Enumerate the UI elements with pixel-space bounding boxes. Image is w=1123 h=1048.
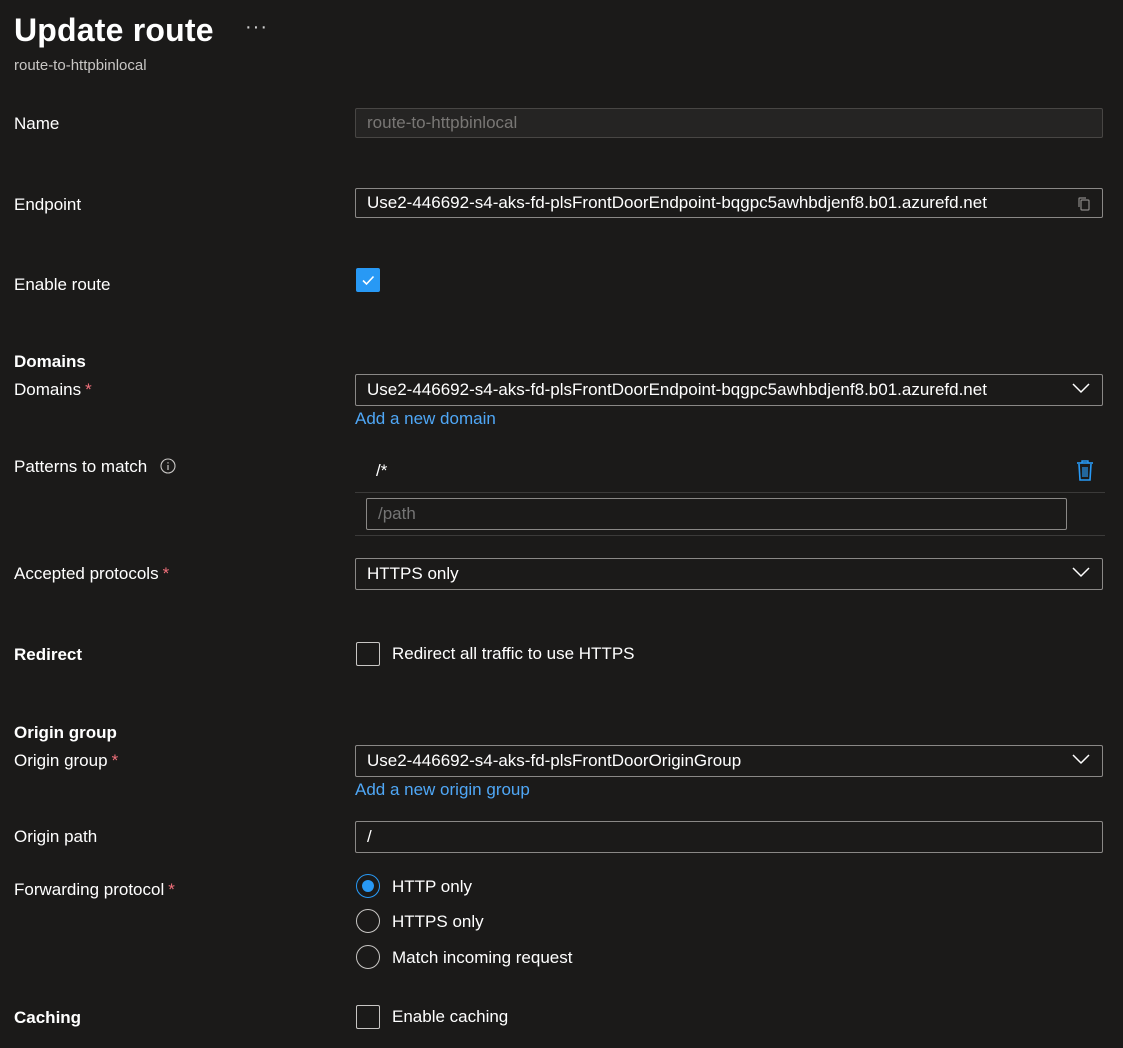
enable-caching-checkbox[interactable] [356,1005,380,1029]
forwarding-protocol-label-text: Forwarding protocol [14,880,165,899]
chevron-down-icon [1072,567,1090,578]
origin-group-label-text: Origin group [14,751,108,770]
page-subtitle: route-to-httpbinlocal [14,57,147,74]
origin-path-label: Origin path [14,827,98,846]
required-marker: * [111,751,119,770]
origin-group-value: Use2-446692-s4-aks-fd-plsFrontDoorOrigin… [367,751,742,770]
origin-path-input[interactable]: / [355,821,1103,853]
enable-route-label: Enable route [14,275,111,294]
domains-section-heading: Domains [14,352,86,371]
trash-icon[interactable] [1075,459,1095,481]
pattern-divider-bottom [355,535,1105,536]
domains-dropdown[interactable]: Use2-446692-s4-aks-fd-plsFrontDoorEndpoi… [355,374,1103,406]
enable-caching-label: Enable caching [392,1007,509,1026]
origin-group-dropdown[interactable]: Use2-446692-s4-aks-fd-plsFrontDoorOrigin… [355,745,1103,777]
patterns-label-text: Patterns to match [14,457,148,476]
caching-heading: Caching [14,1008,82,1027]
info-icon[interactable] [160,458,176,474]
redirect-https-label: Redirect all traffic to use HTTPS [392,644,635,663]
checkmark-icon [362,275,375,286]
name-label: Name [14,114,60,133]
name-field: route-to-httpbinlocal [355,108,1103,138]
radio-https-only-label: HTTPS only [392,912,484,931]
chevron-down-icon [1072,383,1090,394]
accepted-protocols-value: HTTPS only [367,564,459,583]
forwarding-protocol-label: Forwarding protocol * [14,880,175,900]
required-marker: * [168,880,175,899]
enable-route-checkbox[interactable] [356,268,380,292]
add-new-origin-group-link[interactable]: Add a new origin group [355,780,530,800]
origin-group-label: Origin group * [14,751,118,771]
redirect-https-checkbox[interactable] [356,642,380,666]
radio-http-only[interactable] [356,874,380,898]
add-new-domain-link[interactable]: Add a new domain [355,409,496,429]
accepted-protocols-label: Accepted protocols * [14,564,169,584]
chevron-down-icon [1072,754,1090,765]
radio-match-incoming[interactable] [356,945,380,969]
accepted-protocols-label-text: Accepted protocols [14,564,159,583]
required-marker: * [85,380,92,399]
radio-match-incoming-label: Match incoming request [392,948,573,967]
domains-label-text: Domains [14,380,82,399]
endpoint-field: Use2-446692-s4-aks-fd-plsFrontDoorEndpoi… [355,188,1103,218]
domains-selected-value: Use2-446692-s4-aks-fd-plsFrontDoorEndpoi… [367,380,987,399]
endpoint-label: Endpoint [14,195,82,214]
pattern-item: /* [376,461,388,480]
page-title: Update route [14,12,214,48]
copy-icon[interactable] [1076,196,1092,212]
radio-http-only-label: HTTP only [392,877,472,896]
pattern-path-input[interactable] [366,498,1067,530]
required-marker: * [162,564,170,583]
domains-label: Domains * [14,380,92,400]
pattern-divider [355,492,1105,493]
more-options-button[interactable]: ··· [245,16,268,39]
endpoint-value: Use2-446692-s4-aks-fd-plsFrontDoorEndpoi… [367,193,987,212]
redirect-heading: Redirect [14,645,83,664]
patterns-label: Patterns to match [14,457,176,477]
radio-https-only[interactable] [356,909,380,933]
accepted-protocols-dropdown[interactable]: HTTPS only [355,558,1103,590]
origin-group-section-heading: Origin group [14,723,117,742]
